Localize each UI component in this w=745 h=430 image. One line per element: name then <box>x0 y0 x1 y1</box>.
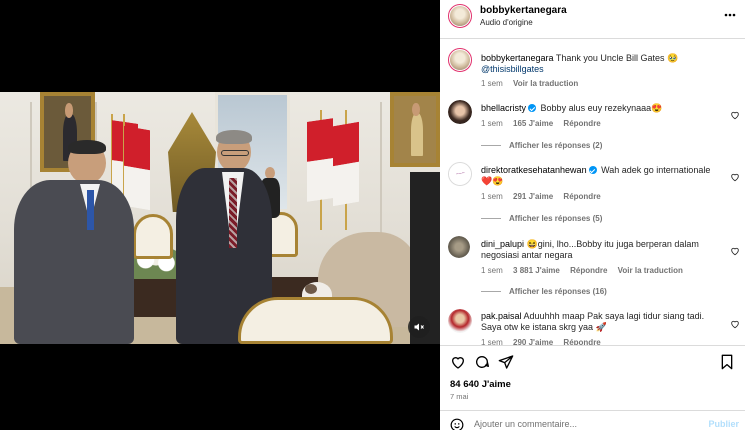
heart-icon[interactable] <box>730 169 740 182</box>
comment-likes[interactable]: 165 J'aime <box>513 119 553 128</box>
verified-badge-icon <box>528 104 537 112</box>
comment-composer: Publier <box>440 410 745 430</box>
post-date: 7 mai <box>450 392 469 401</box>
view-replies-button[interactable]: Afficher les réponses (2) <box>481 141 602 150</box>
heart-icon[interactable] <box>450 354 466 370</box>
comment-likes[interactable]: 3 881 J'aime <box>513 266 560 275</box>
reply-button[interactable]: Répondre <box>563 192 600 201</box>
comment-username[interactable]: bhellacristy <box>481 103 526 113</box>
chair-back <box>133 214 173 259</box>
flag-indonesia <box>124 125 150 211</box>
video-frame[interactable] <box>0 92 440 344</box>
avatar[interactable] <box>448 48 472 72</box>
video-player[interactable] <box>0 0 440 430</box>
post-comment-button[interactable]: Publier <box>708 419 739 429</box>
comment-username[interactable]: direktoratkesehatanhewan <box>481 165 587 175</box>
view-replies-button[interactable]: Afficher les réponses (5) <box>481 214 602 223</box>
translate-link[interactable]: Voir la traduction <box>618 266 683 275</box>
comment-time: 1 sem <box>481 119 503 128</box>
view-replies-button[interactable]: Afficher les réponses (16) <box>481 287 607 296</box>
comment-input[interactable] <box>474 417 694 430</box>
post-header: bobbykertanegara Audio d'origine <box>440 0 745 39</box>
post-username[interactable]: bobbykertanegara <box>480 5 567 16</box>
translate-link[interactable]: Voir la traduction <box>513 79 578 88</box>
heart-icon[interactable] <box>730 316 740 329</box>
avatar[interactable] <box>448 309 472 333</box>
comment-text: Bobby alus euy rezekynaaa😍 <box>540 103 663 113</box>
reply-button[interactable]: Répondre <box>570 266 607 275</box>
heart-icon[interactable] <box>730 107 740 120</box>
caption-time: 1 sem <box>481 79 503 88</box>
comment-time: 1 sem <box>481 192 503 201</box>
bookmark-icon[interactable] <box>719 354 735 370</box>
action-bar <box>440 345 745 375</box>
comment-likes[interactable]: 291 J'aime <box>513 192 553 201</box>
chair-foreground <box>238 297 393 344</box>
painting-right <box>390 92 440 167</box>
more-horizontal-icon[interactable] <box>723 9 737 21</box>
audio-label[interactable]: Audio d'origine <box>480 18 533 27</box>
caption-text: Thank you Uncle Bill Gates 🥹 <box>555 53 679 63</box>
flag-indonesia <box>333 121 359 207</box>
avatar[interactable] <box>448 236 470 258</box>
likes-count[interactable]: 84 640 J'aime <box>450 379 511 390</box>
caption-mention[interactable]: @thisisbillgates <box>481 64 544 74</box>
verified-badge-icon <box>588 166 597 174</box>
avatar[interactable] <box>448 4 472 28</box>
comment-username[interactable]: pak.paisal <box>481 311 522 321</box>
speaker-muted-icon[interactable] <box>408 316 430 338</box>
flag-indonesia <box>307 118 333 202</box>
caption-username[interactable]: bobbykertanegara <box>481 53 554 63</box>
avatar[interactable] <box>448 100 472 124</box>
comment-icon[interactable] <box>474 354 490 370</box>
avatar[interactable]: ~~~ <box>448 162 472 186</box>
emoji-icon[interactable] <box>450 418 464 430</box>
heart-icon[interactable] <box>730 243 740 256</box>
comment-time: 1 sem <box>481 266 503 275</box>
reply-button[interactable]: Répondre <box>563 119 600 128</box>
send-icon[interactable] <box>498 354 514 370</box>
post-sidebar: bobbykertanegara Audio d'origine bobbyke… <box>440 0 745 430</box>
comment-username[interactable]: dini_palupi <box>481 239 524 249</box>
